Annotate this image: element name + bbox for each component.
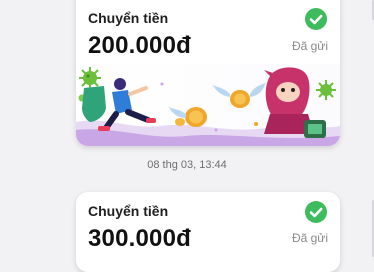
transfer-amount: 200.000đ [88,32,192,59]
transfer-message-card[interactable]: Chuyển tiền 200.000đ Đã gửi [76,0,340,146]
transfer-message-card[interactable]: Chuyển tiền 300.000đ Đã gửi [76,192,340,272]
message-timestamp: 08 thg 03, 13:44 [147,159,227,171]
check-circle-icon [305,201,327,223]
transfer-title: Chuyển tiền [88,203,169,219]
transfer-amount: 300.000đ [88,225,192,252]
money-transfer-illustration [76,64,340,146]
check-circle-icon [305,8,327,30]
transfer-status: Đã gửi [291,231,328,245]
transfer-title: Chuyển tiền [88,10,169,26]
transfer-status: Đã gửi [291,39,328,53]
